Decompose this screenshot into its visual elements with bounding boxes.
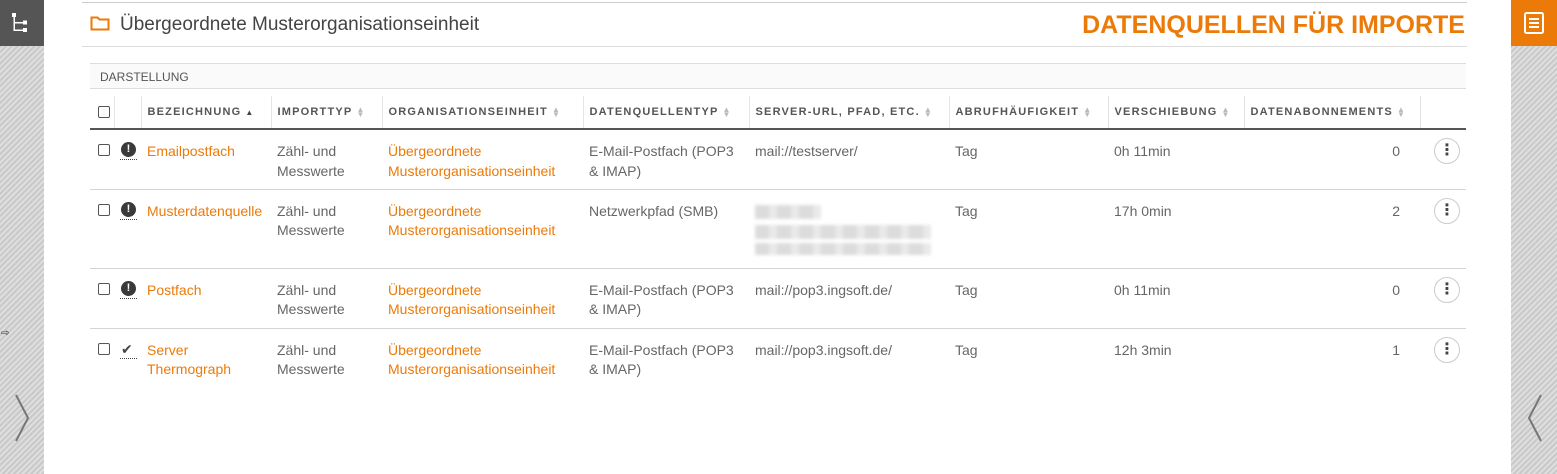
exclamation-circle-icon: ! <box>121 280 136 296</box>
checkmark-icon: ✔ <box>121 340 133 357</box>
table-row: ✔ Server Thermograph Zähl- und Messwerte Ü… <box>90 328 1466 388</box>
redacted-path-text <box>755 224 931 239</box>
select-all-header <box>90 96 114 130</box>
list-view-button[interactable] <box>1511 0 1557 46</box>
status-warning[interactable]: ! <box>120 201 137 220</box>
expand-right-panel-chevron-icon[interactable] <box>1525 393 1545 443</box>
status-warning[interactable]: ! <box>120 142 137 160</box>
row-actions-button[interactable]: ⋮ <box>1434 276 1460 303</box>
org-tree-icon <box>12 13 27 32</box>
column-header-datenquellentyp[interactable]: DATENQUELLENTYP ▲ ▼ <box>582 96 749 130</box>
table-row: ! Musterdatenquelle Zähl- und Messwerte Ü… <box>90 189 1466 269</box>
expand-left-panel-chevron-icon[interactable] <box>12 393 32 443</box>
row-actions-button[interactable]: ⋮ <box>1434 336 1460 363</box>
resize-handle-icon[interactable]: ⇨ <box>1 328 9 339</box>
table-row: ! Emailpostfach Zähl- und Messwerte Überg… <box>90 129 1466 190</box>
org-unit-link[interactable]: Übergeordnete Musterorganisationseinheit <box>388 143 555 179</box>
sort-icon: ▲ ▼ <box>551 105 562 120</box>
status-header <box>113 96 141 130</box>
table-row: ! Postfach Zähl- und Messwerte Übergeordn… <box>90 268 1466 329</box>
more-vertical-icon: ⋮ <box>1439 280 1455 298</box>
exclamation-circle-icon: ! <box>121 201 136 217</box>
actions-header <box>1419 96 1466 130</box>
sort-icon: ▲ ▼ <box>722 105 732 120</box>
right-sidebar-rail <box>1511 0 1557 474</box>
exclamation-circle-icon: ! <box>121 142 136 157</box>
column-header-abrufhaeufigkeit[interactable]: ABRUFHÄUFIGKEIT ▲ ▼ <box>948 96 1108 130</box>
row-actions-button[interactable]: ⋮ <box>1434 138 1460 164</box>
sort-icon: ▲ ▼ <box>923 105 933 120</box>
more-vertical-icon: ⋮ <box>1439 201 1455 219</box>
more-vertical-icon: ⋮ <box>1439 142 1455 159</box>
display-options-label: DARSTELLUNG <box>100 70 189 84</box>
more-vertical-icon: ⋮ <box>1439 340 1455 358</box>
row-checkbox[interactable] <box>98 282 110 295</box>
folder-icon <box>90 16 110 31</box>
org-unit-link[interactable]: Übergeordnete Musterorganisationseinheit <box>388 203 555 239</box>
column-header-importtyp[interactable]: IMPORTTYP ▲ ▼ <box>270 96 382 130</box>
redacted-path-text <box>755 242 931 255</box>
sort-ascending-icon: ▲ <box>245 107 255 117</box>
table-header-row: BEZEICHNUNG ▲ IMPORTTYP ▲ ▼ ORGANISATIONSEI… <box>90 96 1466 130</box>
redacted-path-text <box>755 204 821 219</box>
sort-icon: ▲ ▼ <box>1396 105 1407 120</box>
left-sidebar-rail: ⇨ <box>0 0 44 474</box>
column-header-bezeichnung[interactable]: BEZEICHNUNG ▲ <box>140 96 271 130</box>
sort-icon: ▲ ▼ <box>1221 105 1231 120</box>
data-sources-table: BEZEICHNUNG ▲ IMPORTTYP ▲ ▼ ORGANISATIONSEI… <box>90 96 1466 388</box>
row-actions-button[interactable]: ⋮ <box>1434 197 1460 224</box>
status-ok[interactable]: ✔ <box>120 341 137 359</box>
datasource-name-link[interactable]: Server Thermograph <box>147 342 231 378</box>
column-header-server-url[interactable]: SERVER-URL, PFAD, ETC. ▲ ▼ <box>748 96 949 130</box>
org-unit-link[interactable]: Übergeordnete Musterorganisationseinheit <box>388 282 555 318</box>
datasource-name-link[interactable]: Postfach <box>147 282 201 298</box>
sort-icon: ▲ ▼ <box>1083 105 1093 120</box>
page-title: Übergeordnete Musterorganisationseinheit <box>120 14 480 35</box>
status-warning[interactable]: ! <box>120 280 137 299</box>
section-title: DATENQUELLEN FÜR IMPORTE <box>1082 11 1465 39</box>
org-unit-link[interactable]: Übergeordnete Musterorganisationseinheit <box>388 342 555 378</box>
datasource-name-link[interactable]: Musterdatenquelle <box>147 203 262 219</box>
sort-icon: ▲ ▼ <box>356 105 366 120</box>
column-header-organisationseinheit[interactable]: ORGANISATIONSEINHEIT ▲ ▼ <box>381 96 583 130</box>
column-header-verschiebung[interactable]: VERSCHIEBUNG ▲ ▼ <box>1107 96 1244 130</box>
select-all-checkbox[interactable] <box>98 105 110 118</box>
tree-view-button[interactable] <box>0 0 44 46</box>
row-checkbox[interactable] <box>98 203 110 216</box>
row-checkbox[interactable] <box>98 342 110 355</box>
page-header: Übergeordnete Musterorganisationseinheit… <box>82 3 1467 47</box>
column-header-datenabonnements[interactable]: DATENABONNEMENTS ▲ ▼ <box>1243 96 1420 130</box>
datasource-name-link[interactable]: Emailpostfach <box>147 143 235 159</box>
clipboard-list-icon <box>1524 12 1544 34</box>
row-checkbox[interactable] <box>98 144 110 156</box>
display-options-bar[interactable]: DARSTELLUNG <box>90 63 1466 89</box>
